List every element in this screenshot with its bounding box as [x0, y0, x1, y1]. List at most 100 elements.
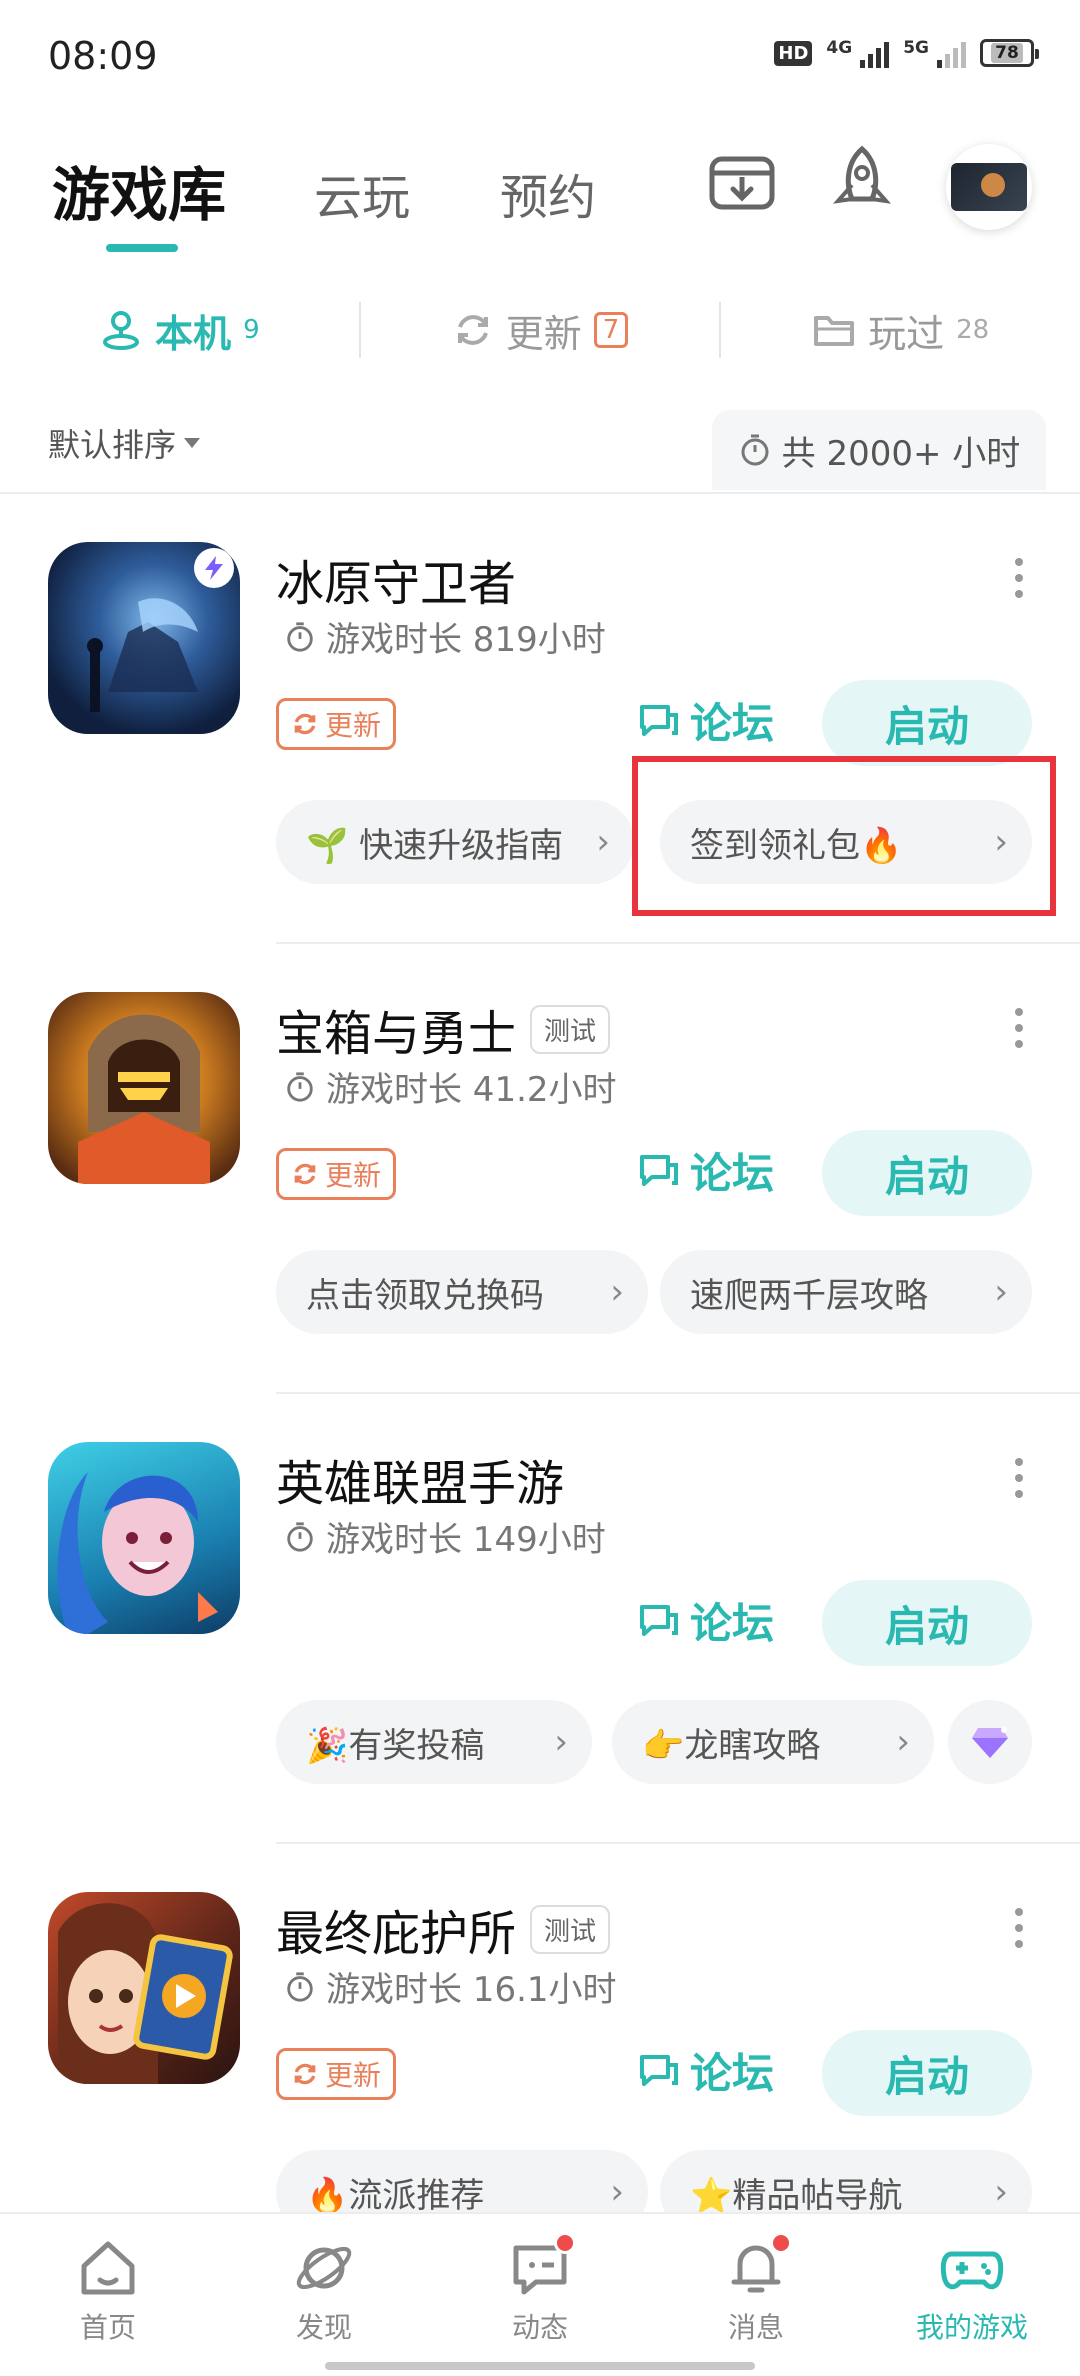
- nav-feed-label: 动态: [511, 2311, 568, 2344]
- game-icon[interactable]: [48, 992, 240, 1184]
- timer-icon: [287, 621, 313, 652]
- notification-dot: [554, 2232, 576, 2254]
- header: 游戏库 云玩 预约: [0, 120, 1080, 260]
- planet-icon: [296, 2246, 352, 2290]
- game-playtime: 游戏时长 16.1小时: [284, 1962, 617, 2011]
- chat-bubble-icon: [640, 1604, 678, 1636]
- chat-bubble-icon: [640, 1154, 678, 1186]
- signal-icon: [860, 38, 890, 68]
- home-icon: [81, 2241, 135, 2295]
- battery-icon: 78: [980, 39, 1039, 67]
- forum-button[interactable]: 论坛: [638, 2040, 774, 2101]
- timer-icon: [741, 434, 769, 466]
- location-person-icon: [103, 311, 140, 350]
- tab-reservation[interactable]: 预约: [500, 158, 596, 228]
- status-time: 08:09: [48, 34, 158, 78]
- network-label-5g: 5G: [903, 38, 929, 58]
- test-tag: 测试: [530, 1904, 611, 1954]
- sort-dropdown[interactable]: 默认排序: [48, 420, 201, 466]
- chip-contribute[interactable]: 🎉有奖投稿 ›: [276, 1700, 592, 1784]
- battery-level: 78: [991, 43, 1023, 63]
- tab-game-library[interactable]: 游戏库: [52, 148, 226, 232]
- game-title[interactable]: 英雄联盟手游: [276, 1444, 564, 1514]
- game-icon[interactable]: [48, 1442, 240, 1634]
- refresh-icon: [457, 315, 488, 345]
- chip-redeem-code[interactable]: 点击领取兑换码 ›: [276, 1250, 648, 1334]
- more-options-icon[interactable]: [1014, 1908, 1024, 1948]
- nav-discover[interactable]: 发现: [216, 2214, 432, 2376]
- launch-button[interactable]: 启动: [822, 680, 1032, 766]
- network-label-4g: 4G: [826, 38, 853, 58]
- more-options-icon[interactable]: [1014, 558, 1024, 598]
- subtab-played-count: 28: [956, 315, 990, 345]
- chevron-right-icon: ›: [554, 1722, 568, 1762]
- game-title[interactable]: 冰原守卫者: [276, 544, 516, 614]
- timer-icon: [287, 1071, 313, 1102]
- nav-my-games[interactable]: 我的游戏: [864, 2214, 1080, 2376]
- game-icon[interactable]: [48, 542, 240, 734]
- status-bar: 08:09 HD 4G 5G 78: [0, 0, 1080, 110]
- chat-bubble-icon: [640, 704, 678, 736]
- subtab-local[interactable]: 本机 9: [0, 303, 359, 358]
- more-options-icon[interactable]: [1014, 1008, 1024, 1048]
- update-button[interactable]: 更新: [276, 698, 397, 750]
- download-icon[interactable]: [706, 145, 778, 217]
- forum-button[interactable]: 论坛: [638, 1590, 774, 1651]
- home-indicator[interactable]: [325, 2362, 755, 2370]
- launch-button[interactable]: 启动: [822, 1580, 1032, 1666]
- game-playtime: 游戏时长 819小时: [284, 612, 606, 661]
- subtab-played-label: 玩过: [868, 311, 945, 356]
- tab-cloud-play[interactable]: 云玩: [314, 158, 410, 228]
- launch-button[interactable]: 启动: [822, 1130, 1032, 1216]
- chip-climb-guide[interactable]: 速爬两千层攻略 ›: [660, 1250, 1032, 1334]
- status-icons: HD 4G 5G 78: [774, 38, 1039, 68]
- active-tab-indicator: [106, 244, 178, 252]
- chevron-right-icon: ›: [994, 1272, 1008, 1312]
- test-tag: 测试: [530, 1004, 611, 1054]
- chip-guide[interactable]: 🌱 快速升级指南 ›: [276, 800, 634, 884]
- more-options-icon[interactable]: [1014, 1458, 1024, 1498]
- forum-button[interactable]: 论坛: [638, 1140, 774, 1201]
- avatar[interactable]: [946, 144, 1032, 230]
- subtab-local-label: 本机: [155, 311, 232, 356]
- update-count-badge: 7: [593, 312, 629, 348]
- game-title[interactable]: 宝箱与勇士 测试: [276, 994, 611, 1064]
- subtab-local-count: 9: [243, 315, 260, 345]
- chevron-right-icon: ›: [896, 1722, 910, 1762]
- refresh-icon: [294, 713, 316, 735]
- game-icon[interactable]: [48, 1892, 240, 2084]
- game-card: 宝箱与勇士 测试 游戏时长 41.2小时 更新 论坛 启动 点击领取兑换码 › 速爬…: [0, 944, 1080, 1394]
- nav-discover-label: 发现: [295, 2311, 352, 2344]
- rocket-icon[interactable]: [826, 145, 898, 217]
- chevron-right-icon: ›: [994, 2172, 1008, 2212]
- refresh-icon: [294, 2063, 316, 2085]
- nav-home[interactable]: 首页: [0, 2214, 216, 2376]
- nav-my-games-label: 我的游戏: [915, 2311, 1028, 2344]
- bottom-nav: 首页 发现 动态 消息 我的游戏: [0, 2212, 1080, 2376]
- nav-feed[interactable]: 动态: [432, 2214, 648, 2376]
- chip-lee-sin-guide[interactable]: 👉龙瞎攻略 ›: [612, 1700, 934, 1784]
- folder-icon: [814, 316, 855, 346]
- update-button[interactable]: 更新: [276, 1148, 397, 1200]
- total-playtime: 共 2000+ 小时: [712, 410, 1046, 490]
- game-title[interactable]: 最终庇护所 测试: [276, 1894, 611, 1964]
- chat-bubble-icon: [640, 2054, 678, 2086]
- forum-button[interactable]: 论坛: [638, 690, 774, 751]
- update-button[interactable]: 更新: [276, 2048, 397, 2100]
- chevron-right-icon: ›: [610, 1272, 624, 1312]
- timer-icon: [287, 1971, 313, 2002]
- nav-messages[interactable]: 消息: [648, 2214, 864, 2376]
- chevron-right-icon: ›: [610, 2172, 624, 2212]
- highlight-box: [632, 756, 1056, 916]
- game-playtime: 游戏时长 149小时: [284, 1512, 606, 1561]
- gem-icon[interactable]: [948, 1700, 1032, 1784]
- subtab-update[interactable]: 更新 7: [361, 303, 720, 358]
- sort-label: 默认排序: [48, 426, 177, 464]
- sub-tabs: 本机 9 更新 7 玩过 28: [0, 290, 1080, 370]
- chevron-down-icon: [184, 438, 201, 448]
- game-playtime: 游戏时长 41.2小时: [284, 1062, 617, 1111]
- notification-dot: [770, 2232, 792, 2254]
- refresh-icon: [294, 1163, 316, 1185]
- subtab-played[interactable]: 玩过 28: [721, 303, 1080, 358]
- launch-button[interactable]: 启动: [822, 2030, 1032, 2116]
